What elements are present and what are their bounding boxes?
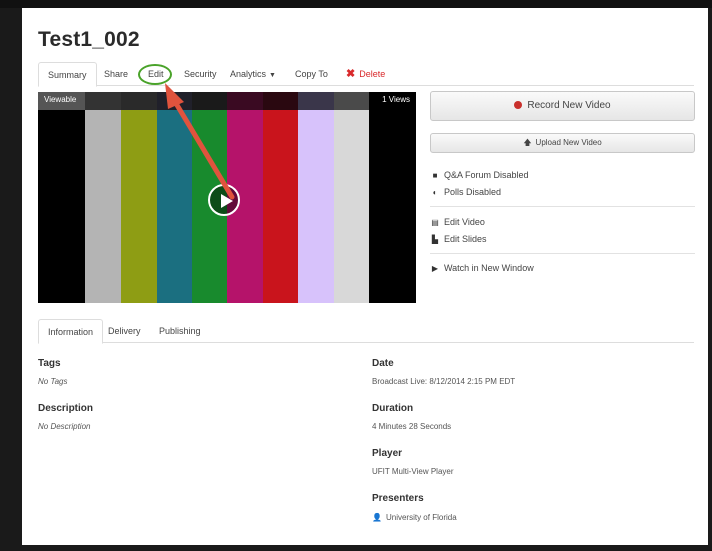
divider	[430, 206, 695, 207]
presenter-name: University of Florida	[385, 513, 457, 522]
document-icon: ▙	[431, 235, 439, 244]
divider	[430, 253, 695, 254]
edit-highlight-circle	[138, 64, 172, 85]
description-value: No Description	[38, 422, 91, 431]
tab-share[interactable]: Share	[104, 62, 128, 86]
player-heading: Player	[372, 448, 403, 459]
main-tabs: Summary Share Edit Security Analytics ▼ C…	[38, 62, 694, 87]
duration-value: 4 Minutes 28 Seconds	[372, 422, 452, 431]
date-heading: Date	[372, 358, 394, 369]
edit-video-label: Edit Video	[444, 217, 485, 227]
tab-delete[interactable]: ✖ Delete	[346, 62, 385, 86]
views-count: 1 Views	[382, 95, 410, 104]
date-value: Broadcast Live: 8/12/2014 2:15 PM EDT	[372, 377, 516, 386]
top-strip	[85, 92, 121, 110]
info-tabs: Information Delivery Publishing	[38, 319, 694, 344]
top-strip	[298, 92, 334, 110]
edit-slides-label: Edit Slides	[444, 234, 487, 244]
top-strip	[157, 92, 192, 110]
chevron-down-icon: ▼	[269, 72, 276, 79]
play-triangle-icon: ▶	[431, 264, 439, 273]
tab-copy-to[interactable]: Copy To	[295, 62, 328, 86]
tags-value: No Tags	[38, 377, 68, 386]
watch-window-label: Watch in New Window	[444, 263, 534, 273]
window-top-frame	[0, 0, 712, 8]
video-player[interactable]: Viewable 1 Views	[38, 92, 416, 303]
delete-x-icon: ✖	[346, 68, 356, 80]
watch-in-new-window-link[interactable]: ▶ Watch in New Window	[430, 262, 534, 275]
color-bar-lavender	[298, 92, 334, 303]
top-strip	[121, 92, 157, 110]
presenters-heading: Presenters	[372, 493, 424, 504]
film-icon: ▤	[431, 218, 439, 227]
upload-button-label: Upload New Video	[535, 138, 602, 147]
top-strip	[263, 92, 298, 110]
tab-analytics-label: Analytics	[230, 69, 267, 79]
player-value: UFIT Multi-View Player	[372, 467, 454, 476]
edit-video-link[interactable]: ▤ Edit Video	[430, 216, 485, 229]
qa-forum-status: ■ Q&A Forum Disabled	[430, 169, 529, 182]
edit-slides-link[interactable]: ▙ Edit Slides	[430, 233, 487, 246]
person-icon: 👤	[372, 513, 382, 522]
record-dot-icon	[514, 101, 523, 109]
top-strip	[192, 92, 227, 110]
description-heading: Description	[38, 403, 94, 414]
color-bar-olive	[121, 92, 157, 303]
play-icon[interactable]	[208, 184, 240, 216]
polls-status: ◐ Polls Disabled	[430, 186, 501, 199]
color-bar-gray	[85, 92, 121, 303]
page-title: Test1_002	[38, 28, 140, 51]
tab-delivery[interactable]: Delivery	[108, 319, 141, 343]
tab-summary[interactable]: Summary	[38, 62, 97, 87]
viewable-status: Viewable	[44, 95, 77, 104]
presenter-item: 👤 University of Florida	[372, 513, 457, 522]
duration-heading: Duration	[372, 403, 414, 414]
qa-forum-label: Q&A Forum Disabled	[444, 170, 529, 180]
record-new-video-button[interactable]: Record New Video	[430, 91, 695, 121]
upload-arrow-icon: 🡅	[523, 138, 532, 147]
pie-chart-icon: ◐	[432, 188, 438, 197]
chat-bubble-icon: ■	[432, 171, 438, 180]
color-bar-red	[263, 92, 298, 303]
color-bar-teal	[157, 92, 192, 303]
color-bar-light-gray	[334, 92, 369, 303]
polls-label: Polls Disabled	[444, 187, 502, 197]
tab-delete-label: Delete	[359, 69, 386, 79]
tab-security[interactable]: Security	[184, 62, 217, 86]
tab-analytics[interactable]: Analytics ▼	[230, 62, 276, 86]
upload-new-video-button[interactable]: 🡅 Upload New Video	[430, 133, 695, 153]
tags-heading: Tags	[38, 358, 61, 369]
presentation-panel: Test1_002 Summary Share Edit Security An…	[22, 8, 708, 545]
tab-information[interactable]: Information	[38, 319, 104, 344]
top-strip	[334, 92, 369, 110]
record-button-label: Record New Video	[527, 100, 611, 111]
tab-publishing[interactable]: Publishing	[159, 319, 201, 343]
top-strip	[227, 92, 263, 110]
